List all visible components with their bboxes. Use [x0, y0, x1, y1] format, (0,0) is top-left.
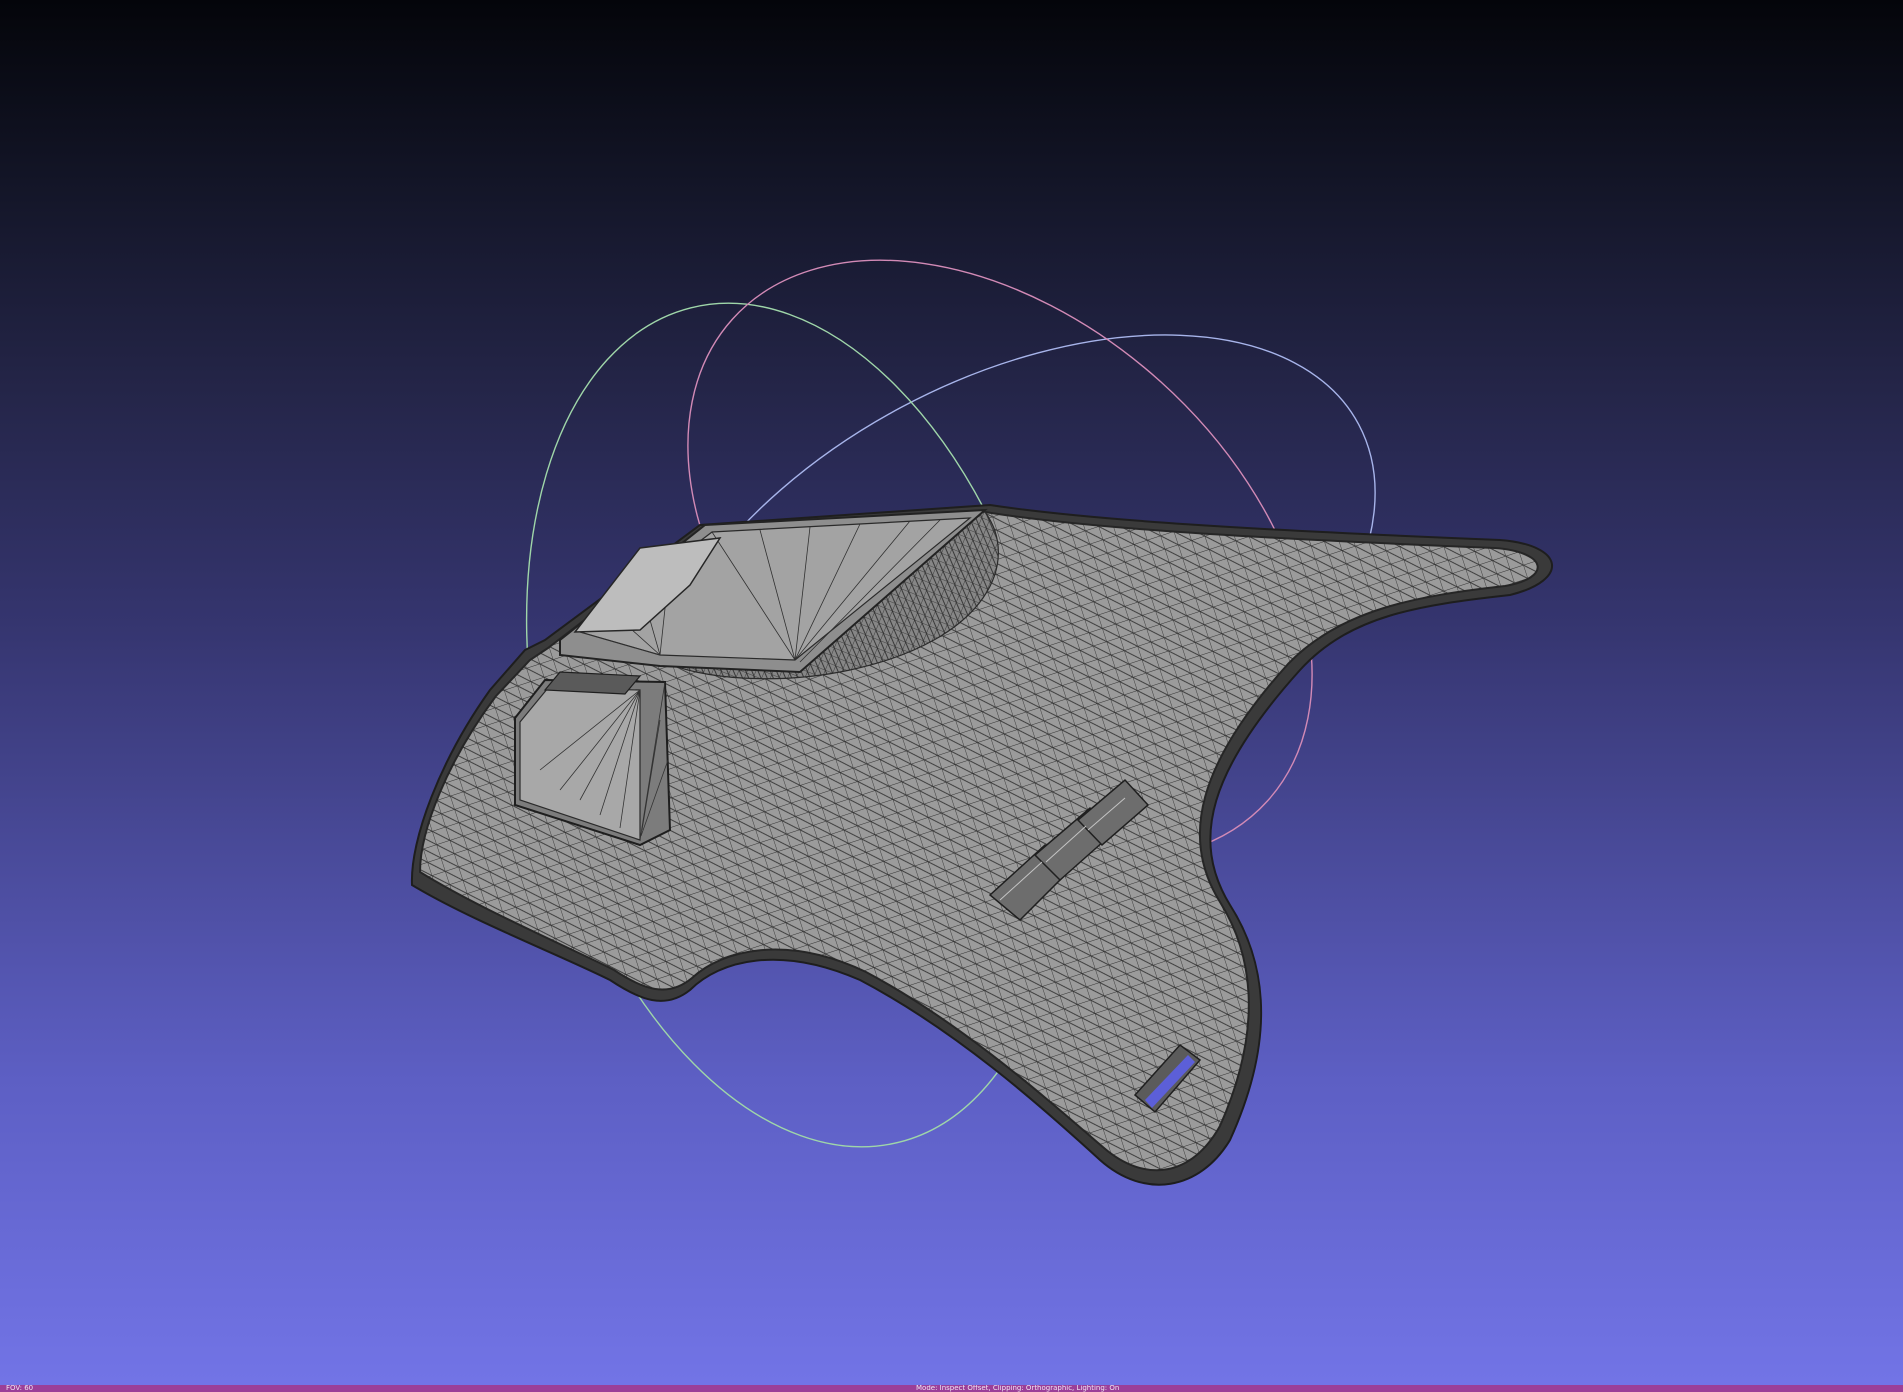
status-bar: FOV: 60 Mode: Inspect Offset, Clipping: …: [0, 1385, 1903, 1392]
3d-viewport[interactable]: [0, 0, 1903, 1385]
scene-canvas[interactable]: [0, 0, 1903, 1385]
mesh-small-slot-row[interactable]: [543, 671, 642, 695]
mode-label: Mode: Inspect Offset, Clipping: Orthogra…: [916, 1385, 1120, 1392]
fov-label: FOV: 60: [6, 1385, 34, 1392]
mesh-model[interactable]: [410, 503, 1554, 1186]
